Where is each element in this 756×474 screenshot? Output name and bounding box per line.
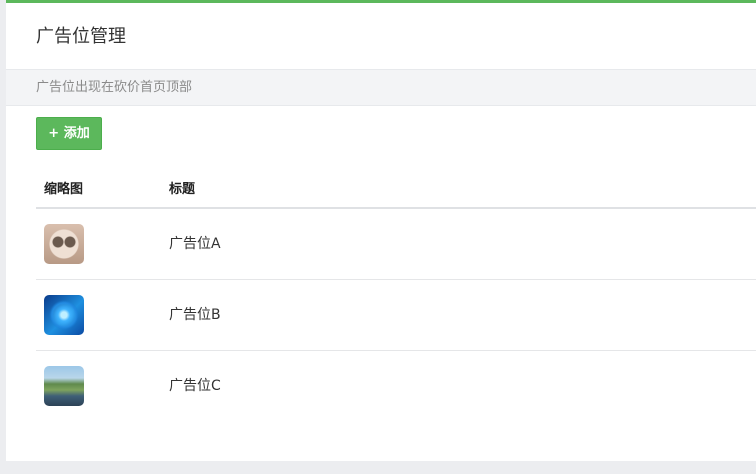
page-title: 广告位管理	[36, 26, 126, 47]
panel-header: 广告位管理	[6, 3, 756, 70]
ad-slot-panel: 广告位管理 广告位出现在砍价首页顶部 + 添加 缩略图 标题 广告位A 广告位B…	[6, 0, 756, 461]
ad-slot-table: 缩略图 标题 广告位A 广告位B 广告位C	[36, 171, 756, 422]
table-header: 缩略图 标题	[36, 171, 756, 209]
thumbnail-image	[44, 224, 84, 264]
thumbnail-image	[44, 366, 84, 406]
table-row: 广告位B	[36, 280, 756, 351]
column-header-title: 标题	[169, 182, 196, 197]
column-header-thumbnail: 缩略图	[44, 182, 84, 197]
row-title: 广告位A	[169, 236, 221, 252]
row-title: 广告位B	[169, 307, 221, 323]
add-button[interactable]: + 添加	[36, 117, 102, 150]
row-title: 广告位C	[169, 378, 221, 394]
notice-text: 广告位出现在砍价首页顶部	[36, 80, 193, 95]
table-row: 广告位A	[36, 209, 756, 280]
info-notice: 广告位出现在砍价首页顶部	[6, 70, 756, 106]
table-row: 广告位C	[36, 351, 756, 422]
thumbnail-image	[44, 295, 84, 335]
